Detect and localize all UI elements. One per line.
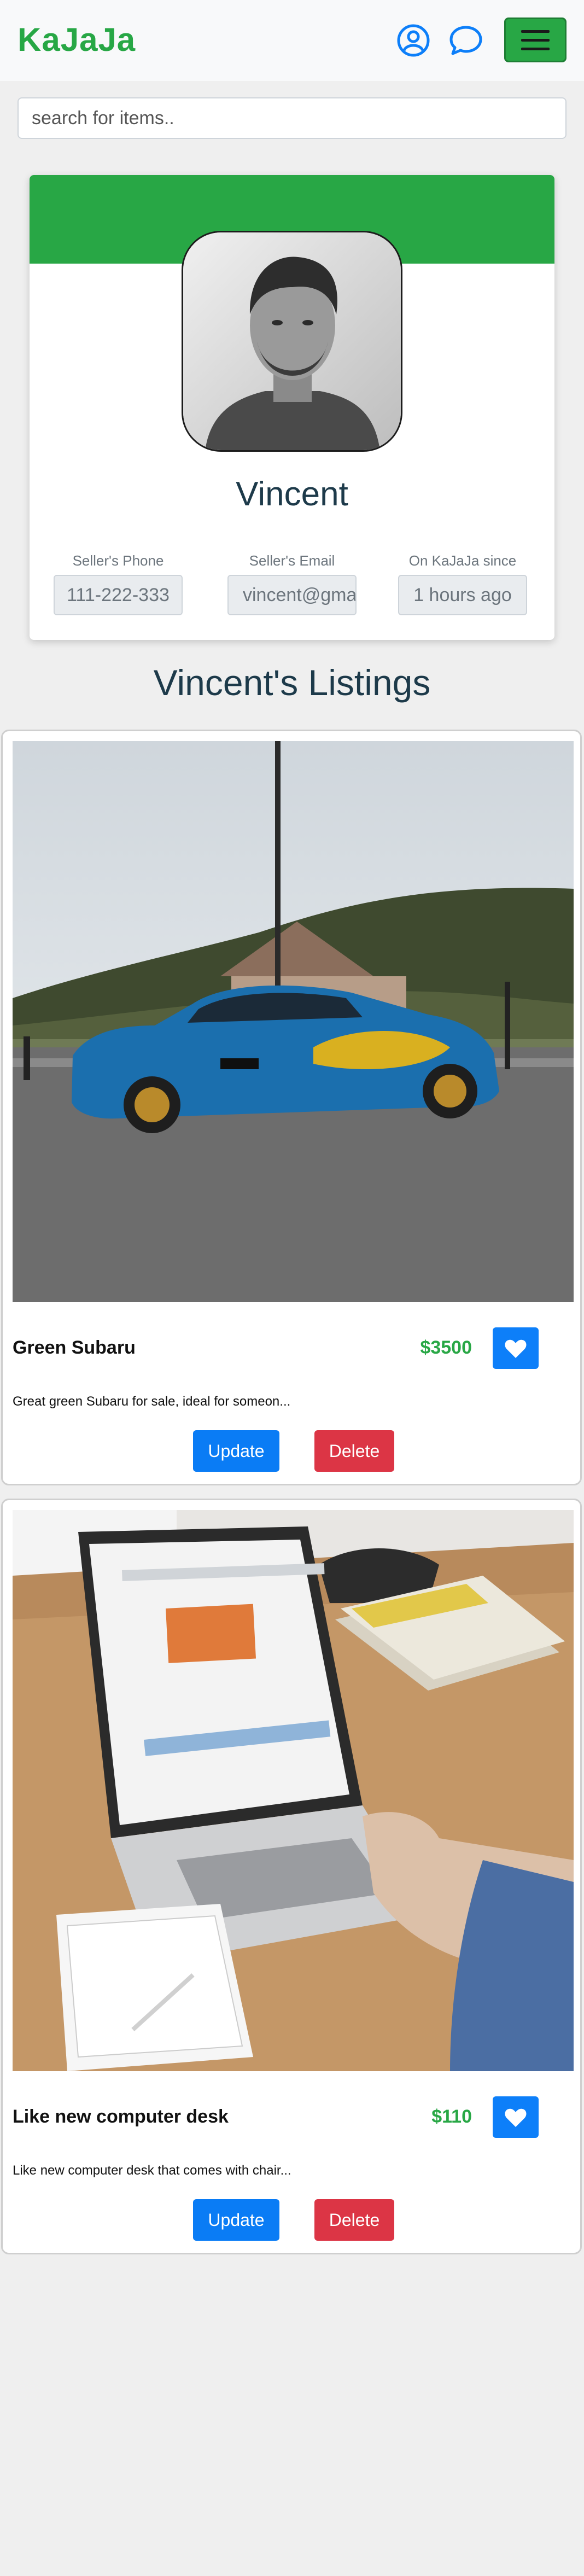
listing-description: Like new computer desk that comes with c… (13, 2163, 291, 2178)
listing-description: Great green Subaru for sale, ideal for s… (13, 1394, 291, 1409)
seller-name: Vincent (236, 475, 348, 513)
update-listing-button[interactable]: Update (193, 2199, 279, 2241)
listing-title[interactable]: Green Subaru (13, 1337, 136, 1359)
favorite-button[interactable] (493, 2096, 539, 2138)
brand-logo[interactable]: KaJaJa (17, 21, 136, 59)
delete-listing-button[interactable]: Delete (314, 1430, 394, 1472)
user-circle-icon[interactable] (396, 23, 431, 58)
top-navbar: KaJaJa (0, 0, 584, 81)
seller-avatar (182, 231, 402, 452)
seller-since-value: 1 hours ago (398, 575, 527, 615)
favorite-button[interactable] (493, 1327, 539, 1369)
seller-since-field: On KaJaJa since 1 hours ago (397, 552, 528, 615)
seller-since-label: On KaJaJa since (408, 552, 517, 569)
seller-phone-label: Seller's Phone (72, 552, 164, 569)
chat-bubble-icon[interactable] (448, 23, 483, 58)
listing-image-desk[interactable] (13, 1510, 574, 2071)
listing-title[interactable]: Like new computer desk (13, 2106, 229, 2128)
search-input[interactable] (17, 97, 567, 139)
listing-price: $110 (431, 2106, 472, 2127)
seller-phone-value: 111-222-333 (54, 575, 183, 615)
update-listing-button[interactable]: Update (193, 1430, 279, 1472)
seller-email-field: Seller's Email vincent@gmail.com (226, 552, 358, 615)
listings-heading: Vincent's Listings (153, 662, 431, 703)
seller-profile-card: Vincent Seller's Phone 111-222-333 Selle… (30, 175, 554, 640)
heart-icon (505, 2108, 527, 2127)
listing-image-subaru[interactable] (13, 741, 574, 1302)
seller-phone-field: Seller's Phone 111-222-333 (52, 552, 184, 615)
listing-card: Green Subaru $3500 Great green Subaru fo… (1, 730, 582, 1485)
delete-listing-button[interactable]: Delete (314, 2199, 394, 2241)
listing-price: $3500 (420, 1337, 472, 1358)
hamburger-menu-button[interactable] (504, 18, 567, 62)
seller-email-value: vincent@gmail.com (227, 575, 357, 615)
heart-icon (505, 1339, 527, 1358)
seller-email-label: Seller's Email (249, 552, 335, 569)
listing-card: Like new computer desk $110 Like new com… (1, 1499, 582, 2254)
